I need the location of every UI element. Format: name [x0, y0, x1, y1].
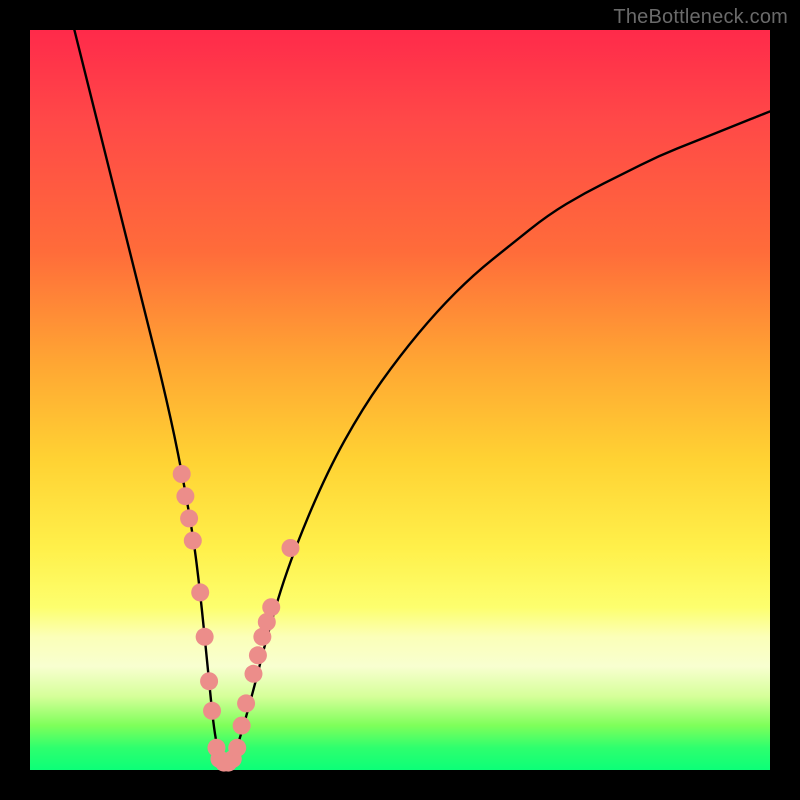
marker-dot — [176, 487, 194, 505]
bottleneck-curve — [74, 30, 770, 763]
marker-dot — [184, 532, 202, 550]
plot-area — [30, 30, 770, 770]
marker-dot — [262, 598, 280, 616]
chart-svg — [30, 30, 770, 770]
marker-dot — [237, 694, 255, 712]
marker-dot — [281, 539, 299, 557]
marker-dot — [228, 739, 246, 757]
marker-dot — [244, 665, 262, 683]
marker-dot — [196, 628, 214, 646]
marker-dot — [233, 717, 251, 735]
highlighted-markers — [173, 465, 300, 772]
marker-dot — [249, 646, 267, 664]
marker-dot — [173, 465, 191, 483]
watermark-text: TheBottleneck.com — [613, 6, 788, 29]
marker-dot — [200, 672, 218, 690]
marker-dot — [180, 509, 198, 527]
marker-dot — [203, 702, 221, 720]
chart-frame: TheBottleneck.com — [0, 0, 800, 800]
marker-dot — [191, 583, 209, 601]
